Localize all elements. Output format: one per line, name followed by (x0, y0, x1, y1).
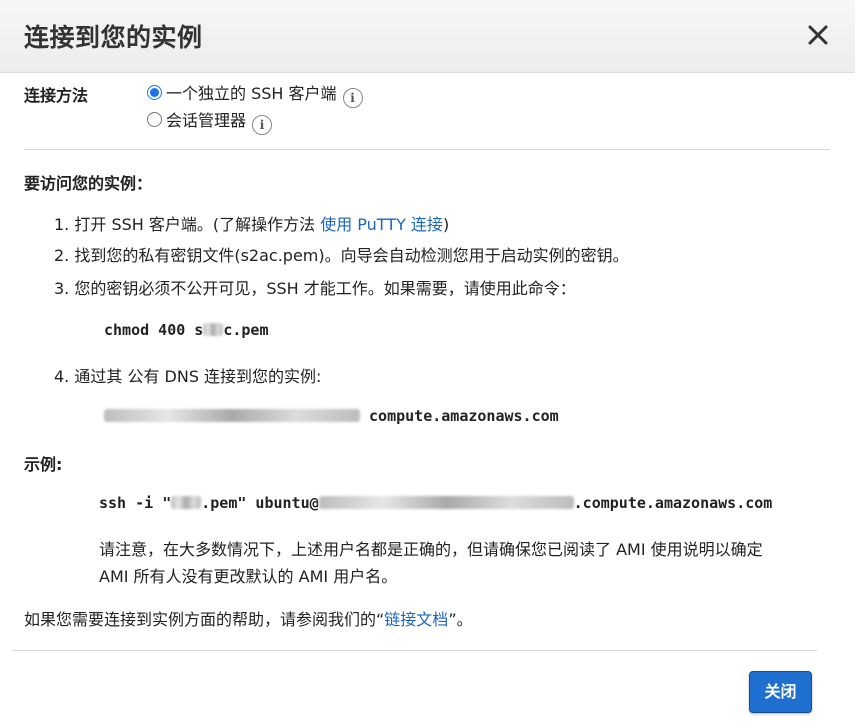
step-1-suffix: ) (442, 215, 450, 234)
connection-method-label: 连接方法 (24, 86, 89, 105)
close-button[interactable]: 关闭 (749, 671, 812, 713)
dialog-header: 连接到您的实例 (0, 0, 855, 73)
redacted-text (203, 323, 224, 336)
step-1-text: 1. 打开 SSH 客户端。(了解操作方法 (54, 215, 321, 234)
info-icon[interactable]: i (252, 115, 273, 135)
redacted-text (318, 496, 574, 509)
dns-suffix: compute.amazonaws.com (369, 407, 559, 425)
connect-instance-dialog: 连接到您的实例 连接方法 一个独立的 SSH 客户端 i 会话管理器 i 要访问您的… (0, 0, 855, 725)
chmod-command: chmod 400 s c.pem (104, 321, 269, 339)
redacted-text (104, 409, 360, 422)
public-dns: compute.amazonaws.com (104, 407, 559, 425)
ssh-cmd-mid: .pem" ubuntu@ (201, 494, 319, 512)
redacted-text (171, 496, 202, 509)
dialog-title: 连接到您的实例 (24, 23, 203, 52)
note-line-2: AMI 所有人没有更改默认的 AMI 用户名。 (99, 567, 398, 586)
docs-link[interactable]: 链接文档 (384, 610, 448, 629)
info-icon[interactable]: i (342, 88, 363, 108)
radio-ssh-client-label: 一个独立的 SSH 客户端 (166, 84, 337, 103)
step-4: 4. 通过其 公有 DNS 连接到您的实例: (54, 367, 322, 386)
radio-session-manager[interactable] (147, 112, 162, 127)
close-icon[interactable] (805, 22, 831, 48)
chmod-suffix: c.pem (223, 321, 269, 339)
step-1: 1. 打开 SSH 客户端。(了解操作方法 使用 PuTTY 连接) (54, 211, 449, 235)
putty-link[interactable]: 使用 PuTTY 连接 (320, 215, 443, 234)
help-suffix: ”。 (448, 610, 473, 629)
chmod-prefix: chmod 400 s (104, 321, 204, 339)
radio-session-manager-label: 会话管理器 (166, 111, 247, 130)
ssh-command-example: ssh -i " .pem" ubuntu@ .compute.amazonaws.… (99, 494, 772, 512)
step-3: 3. 您的密钥必须不公开可见，SSH 才能工作。如果需要，请使用此命令： (54, 279, 576, 298)
footer-divider (12, 650, 817, 651)
example-heading: 示例: (24, 455, 63, 474)
radio-option-ssh-client[interactable]: 一个独立的 SSH 客户端 i (147, 80, 363, 108)
divider (24, 149, 830, 150)
ssh-cmd-suffix: .compute.amazonaws.com (573, 494, 773, 512)
step-2: 2. 找到您的私有密钥文件(s2ac.pem)。向导会自动检测您用于启动实例的密… (54, 246, 629, 265)
radio-ssh-client[interactable] (147, 85, 162, 100)
help-prefix: 如果您需要连接到实例方面的帮助，请参阅我们的“ (24, 610, 385, 629)
help-text: 如果您需要连接到实例方面的帮助，请参阅我们的“链接文档”。 (24, 606, 473, 630)
radio-option-session-manager[interactable]: 会话管理器 i (147, 107, 273, 135)
note-line-1: 请注意，在大多数情况下，上述用户名都是正确的，但请确保您已阅读了 AMI 使用说… (99, 540, 763, 559)
ssh-cmd-prefix: ssh -i " (99, 494, 172, 512)
access-heading: 要访问您的实例： (24, 174, 153, 193)
